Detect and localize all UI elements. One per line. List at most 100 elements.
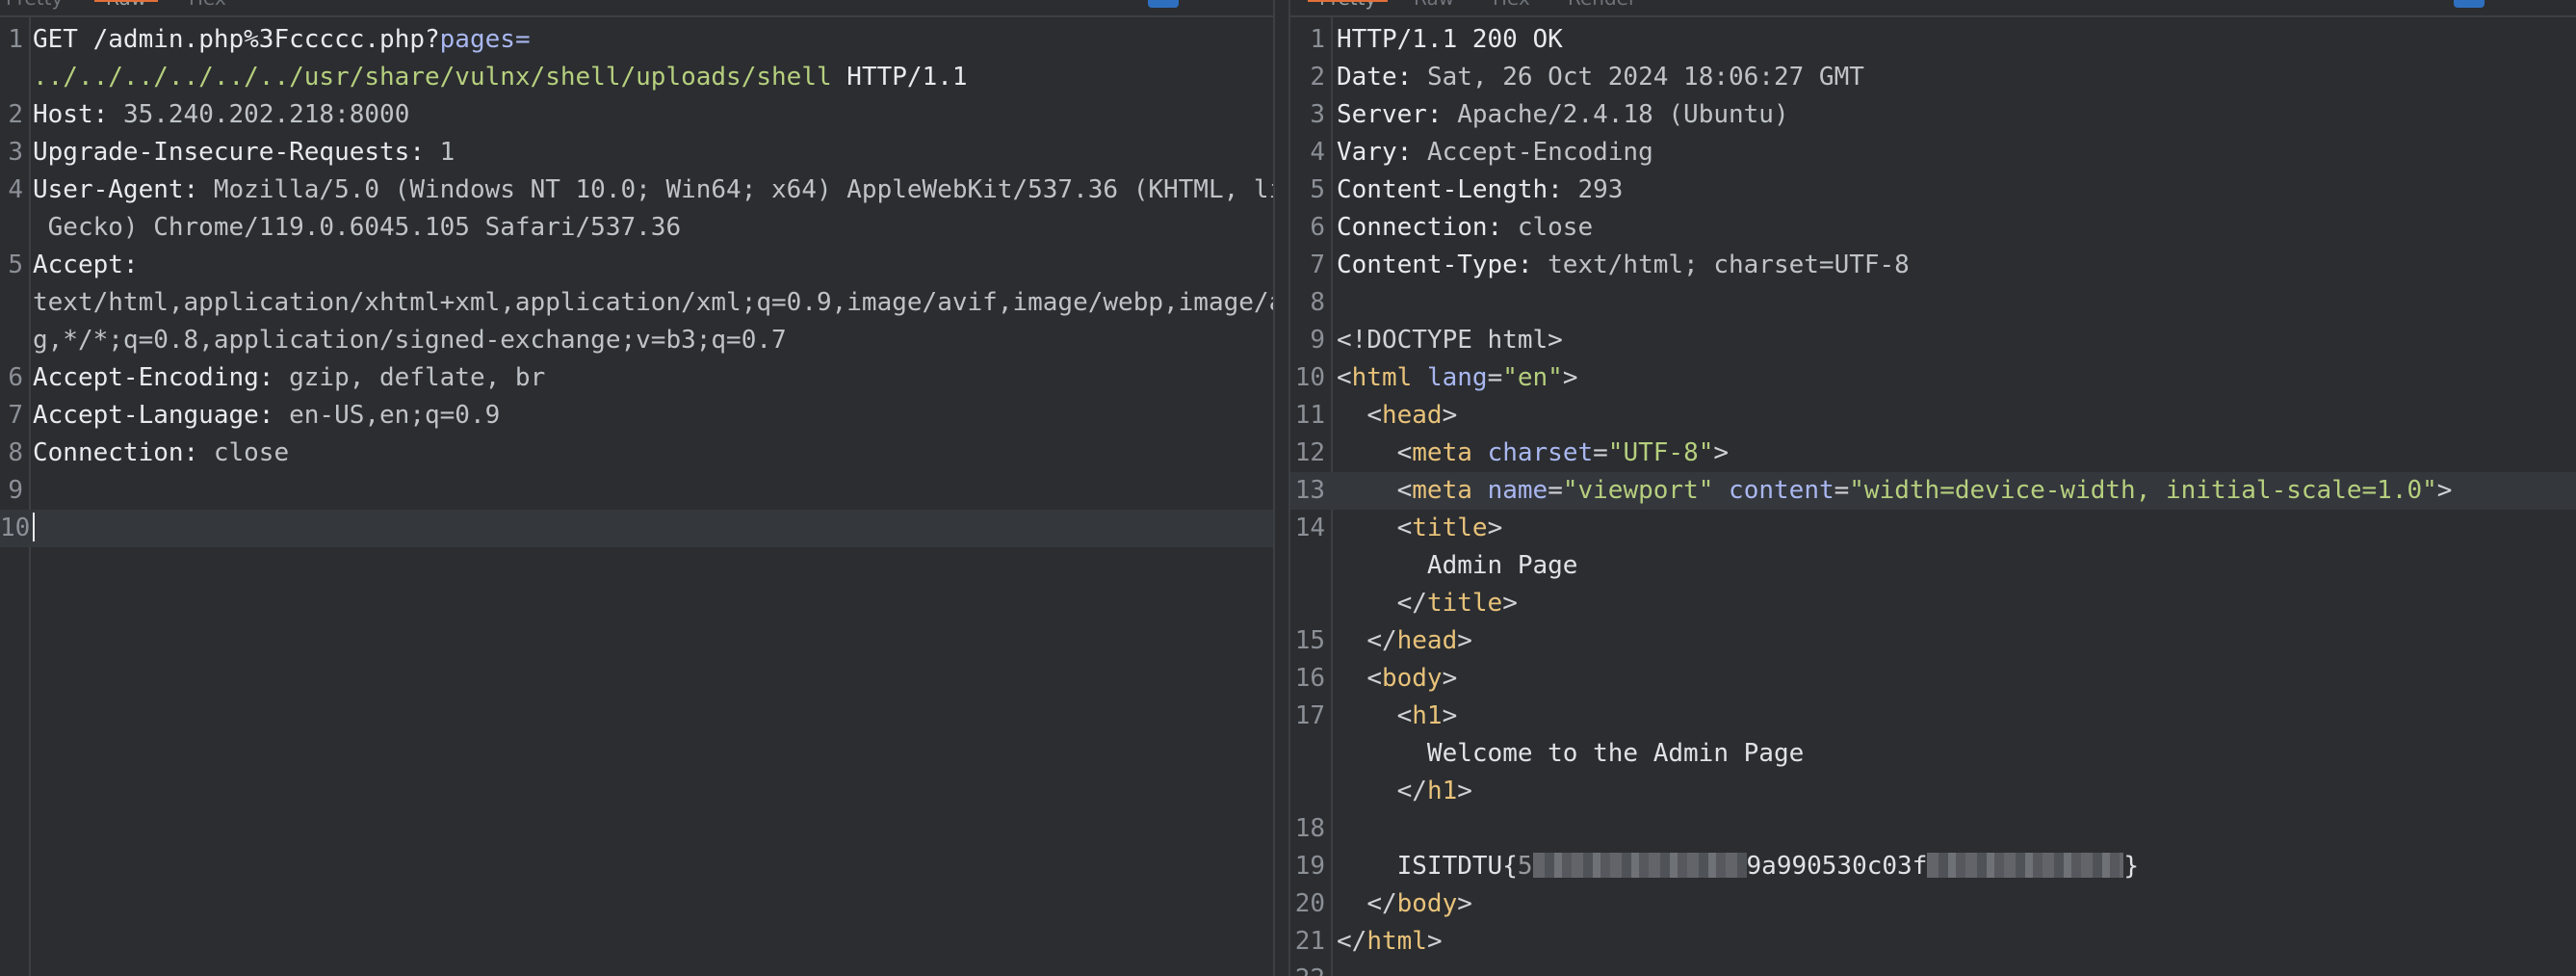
line-number: 8 xyxy=(1310,288,1325,317)
response-line-3: 3 Server: Apache/2.4.18 (Ubuntu) xyxy=(1290,96,2576,134)
line-number: 7 xyxy=(1310,251,1325,279)
response-line-7: 7 Content-Type: text/html; charset=UTF-8 xyxy=(1290,247,2576,284)
title-close-tag: title xyxy=(1426,589,1503,618)
header-value: Apache/2.4.18 (Ubuntu) xyxy=(1457,100,1789,129)
response-line-12: 12 <meta charset="UTF-8"> xyxy=(1290,435,2576,472)
line-number: 3 xyxy=(8,138,23,167)
request-tab-hex[interactable]: Hex xyxy=(189,0,226,13)
body-tag: body xyxy=(1381,664,1443,693)
request-tab-raw[interactable]: Raw xyxy=(93,0,159,13)
request-line-7: 7 Accept-Language: en-US,en;q=0.9 xyxy=(0,397,1273,435)
content-attr: content xyxy=(1729,476,1834,505)
line-number: 2 xyxy=(8,100,23,129)
line-number: 6 xyxy=(8,363,23,392)
line-number: 5 xyxy=(8,251,23,279)
request-line-1: 1 GET /admin.php%3Fccccc.php?pages= xyxy=(0,21,1273,59)
request-line-6: 6 Accept-Encoding: gzip, deflate, br xyxy=(0,359,1273,397)
response-line-22: 22 xyxy=(1290,961,2576,976)
response-tab-hex[interactable]: Hex xyxy=(1493,0,1530,13)
line-number: 22 xyxy=(1290,961,1325,976)
line-number: 12 xyxy=(1294,438,1325,467)
flag-middle: 9a990530c03f xyxy=(1746,852,1928,881)
query-equals: = xyxy=(514,25,531,54)
response-line-11: 11 <head> xyxy=(1290,397,2576,435)
response-line-10: 10 <html lang="en"> xyxy=(1290,359,2576,397)
request-line-4: 4 User-Agent: Mozilla/5.0 (Windows NT 10… xyxy=(0,171,1273,209)
header-value: gzip, deflate, br xyxy=(289,363,546,392)
response-tab-render[interactable]: Render xyxy=(1568,0,1636,13)
request-line-9: 9 xyxy=(0,472,1273,510)
request-line-5-wrap-2: g,*/*;q=0.8,application/signed-exchange;… xyxy=(0,322,1273,359)
charset-attr: charset xyxy=(1487,438,1594,467)
header-value: en-US,en;q=0.9 xyxy=(289,401,501,430)
line-number: 10 xyxy=(0,514,31,542)
line-number: 9 xyxy=(1310,326,1325,355)
charset-value: "UTF-8" xyxy=(1607,438,1714,467)
header-name: Content-Type: xyxy=(1337,251,1533,279)
header-value: 293 xyxy=(1577,175,1624,204)
request-tab-strip: Pretty Raw Hex xyxy=(0,0,1273,17)
line-number: 5 xyxy=(1310,175,1325,204)
response-tab-raw[interactable]: Raw xyxy=(1414,0,1454,13)
lang-value: "en" xyxy=(1502,363,1563,392)
request-editor[interactable]: 1 GET /admin.php%3Fccccc.php?pages= ../.… xyxy=(0,21,1273,547)
response-line-20: 20 </body> xyxy=(1290,885,2576,923)
request-line-4-wrap: Gecko) Chrome/119.0.6045.105 Safari/537.… xyxy=(0,209,1273,247)
header-value: close xyxy=(213,438,290,467)
response-line-15: 15 </head> xyxy=(1290,622,2576,660)
content-value: "width=device-width, initial-scale=1.0" xyxy=(1849,476,2437,505)
header-name: User-Agent: xyxy=(33,175,199,204)
header-value: Mozilla/5.0 (Windows NT 10.0; Win64; x64… xyxy=(213,175,1273,204)
name-attr: name xyxy=(1487,476,1548,505)
doctype: <!DOCTYPE html> xyxy=(1337,326,1563,355)
response-line-14: 14 <title> xyxy=(1290,510,2576,547)
header-value: Accept-Encoding xyxy=(1426,138,1653,167)
request-path: /admin.php%3Fccccc.php? xyxy=(92,25,440,54)
request-line-5-wrap-1: text/html,application/xhtml+xml,applicat… xyxy=(0,284,1273,322)
html-close-tag: html xyxy=(1366,927,1427,956)
header-name: Server: xyxy=(1337,100,1443,129)
response-line-18: 18 xyxy=(1290,810,2576,848)
redacted-block xyxy=(1927,853,2124,878)
name-value: "viewport" xyxy=(1562,476,1714,505)
request-line-1-wrap: ../../../../../../usr/share/vulnx/shell/… xyxy=(0,59,1273,96)
meta-tag: meta xyxy=(1412,476,1472,505)
request-tab-pretty[interactable]: Pretty xyxy=(6,0,63,13)
response-line-14-close: </title> xyxy=(1396,589,1518,618)
header-value-continued: Gecko) Chrome/119.0.6045.105 Safari/537.… xyxy=(33,213,682,242)
header-value: close xyxy=(1517,213,1594,242)
pane-splitter[interactable] xyxy=(1273,0,1290,976)
response-tab-pretty[interactable]: Pretty xyxy=(1307,0,1389,13)
line-number: 16 xyxy=(1294,664,1325,693)
flag-suffix: } xyxy=(2123,852,2140,881)
header-value: text/html; charset=UTF-8 xyxy=(1548,251,1910,279)
response-line-14-text: Admin Page xyxy=(1290,547,2576,585)
http-method: GET xyxy=(33,25,78,54)
line-number: 2 xyxy=(1310,63,1325,92)
response-line-19: 19 ISITDTU{5 9a990530c03f} xyxy=(1290,848,2576,885)
line-number: 17 xyxy=(1294,701,1325,730)
line-number: 10 xyxy=(1294,363,1325,392)
h1-close-tag: h1 xyxy=(1426,777,1458,805)
line-number: 19 xyxy=(1294,852,1325,881)
header-name: Content-Length: xyxy=(1337,175,1563,204)
header-name: Connection: xyxy=(33,438,199,467)
line-number: 6 xyxy=(1310,213,1325,242)
line-number: 18 xyxy=(1294,814,1325,843)
request-line-10-current[interactable]: 10 xyxy=(0,510,1273,547)
flag-prefix: ISITDTU{ xyxy=(1396,852,1518,881)
status-line: HTTP/1.1 200 OK xyxy=(1337,25,1563,54)
lang-attr: lang xyxy=(1426,363,1488,392)
request-options-button[interactable] xyxy=(1148,0,1179,8)
redacted-block xyxy=(1532,853,1747,878)
response-line-21: 21 </html> xyxy=(1290,923,2576,961)
line-number: 8 xyxy=(8,438,23,467)
h1-text: Welcome to the Admin Page xyxy=(1426,739,1805,768)
response-line-1: 1 HTTP/1.1 200 OK xyxy=(1290,21,2576,59)
h1-tag: h1 xyxy=(1412,701,1443,730)
response-options-button[interactable] xyxy=(2454,0,2485,8)
title-tag: title xyxy=(1412,514,1488,542)
response-viewer[interactable]: 1 HTTP/1.1 200 OK 2 Date: Sat, 26 Oct 20… xyxy=(1290,21,2576,976)
response-line-8: 8 xyxy=(1290,284,2576,322)
line-number: 11 xyxy=(1294,401,1325,430)
